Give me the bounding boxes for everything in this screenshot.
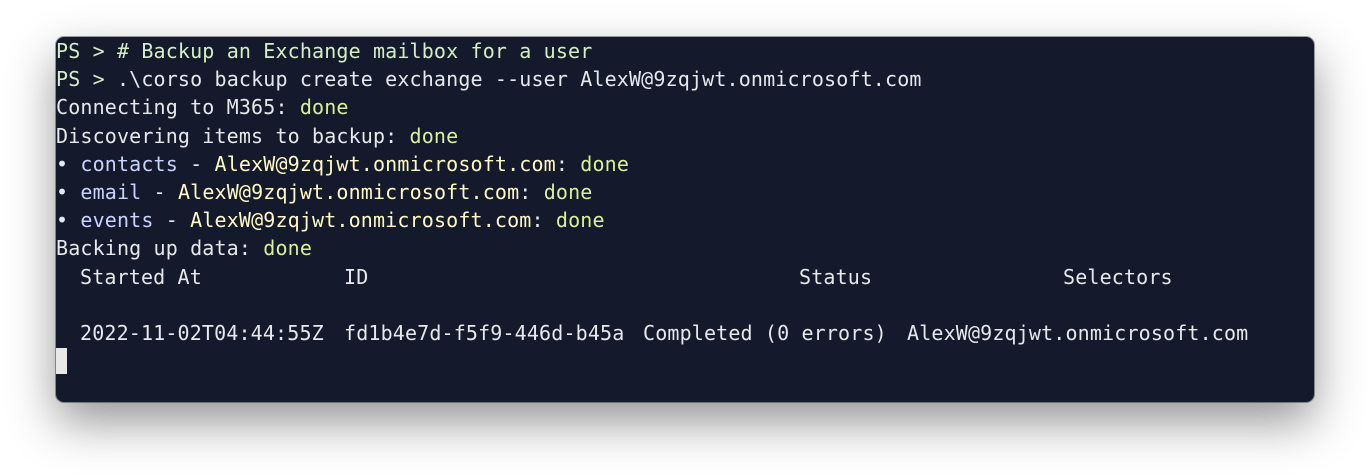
discovering-label: Discovering items to backup: — [56, 123, 410, 148]
item-name: contacts — [80, 151, 178, 176]
connecting-line: Connecting to M365: done — [56, 93, 922, 121]
command-text: .\corso backup create exchange --user Al… — [116, 67, 922, 92]
cell-started-at: 2022-11-02T04:44:55Z — [80, 320, 324, 345]
item-line-email: • email - AlexW@9zqjwt.onmicrosoft.com: … — [56, 178, 922, 206]
header-id: ID — [344, 264, 369, 289]
comment-text: # Backup an Exchange mailbox for a user — [116, 39, 593, 63]
table-header: Started At ID Status Selectors — [56, 263, 1173, 291]
separator: - — [141, 179, 178, 204]
cell-selectors: AlexW@9zqjwt.onmicrosoft.com — [907, 320, 1249, 345]
table-row: 2022-11-02T04:44:55Z fd1b4e7d-f5f9-446d-… — [56, 319, 1248, 347]
backing-label: Backing up data: — [56, 236, 264, 261]
table-spacer — [56, 291, 922, 319]
header-started-at: Started At — [80, 264, 202, 289]
command-line: PS > .\corso backup create exchange --us… — [56, 65, 922, 93]
colon: : — [531, 208, 556, 233]
done-status: done — [555, 208, 605, 233]
item-user: AlexW@9zqjwt.onmicrosoft.com — [190, 208, 532, 233]
done-status: done — [580, 151, 630, 176]
separator: - — [153, 208, 191, 233]
item-line-events: • events - AlexW@9zqjwt.onmicrosoft.com:… — [56, 206, 922, 234]
cell-id: fd1b4e7d-f5f9-446d-b45a — [344, 320, 625, 345]
done-status: done — [263, 236, 313, 261]
prompt: PS > — [56, 39, 117, 63]
backing-line: Backing up data: done — [56, 234, 922, 262]
terminal-window[interactable]: PS > # Backup an Exchange mailbox for a … — [56, 37, 1314, 402]
colon: : — [519, 179, 544, 204]
colon: : — [555, 151, 581, 176]
cell-status: Completed (0 errors) — [643, 320, 887, 345]
item-line-contacts: • contacts - AlexW@9zqjwt.onmicrosoft.co… — [56, 150, 922, 178]
header-selectors: Selectors — [1063, 264, 1173, 289]
done-status: done — [299, 95, 349, 120]
cursor-line — [56, 348, 922, 376]
bullet: • — [56, 151, 81, 176]
terminal-output: PS > # Backup an Exchange mailbox for a … — [56, 37, 1248, 376]
item-name: events — [80, 208, 154, 233]
bullet: • — [56, 208, 81, 233]
item-user: AlexW@9zqjwt.onmicrosoft.com — [214, 151, 556, 176]
bullet: • — [56, 179, 81, 204]
comment-line: PS > # Backup an Exchange mailbox for a … — [56, 37, 922, 65]
done-status: done — [409, 123, 459, 148]
connecting-label: Connecting to M365: — [56, 95, 300, 120]
prompt: PS > — [56, 67, 117, 92]
item-user: AlexW@9zqjwt.onmicrosoft.com — [177, 179, 520, 204]
done-status: done — [543, 179, 593, 204]
item-name: email — [80, 179, 142, 204]
cursor — [56, 348, 67, 375]
separator: - — [177, 151, 215, 176]
discovering-line: Discovering items to backup: done — [56, 122, 922, 150]
header-status: Status — [799, 264, 873, 289]
